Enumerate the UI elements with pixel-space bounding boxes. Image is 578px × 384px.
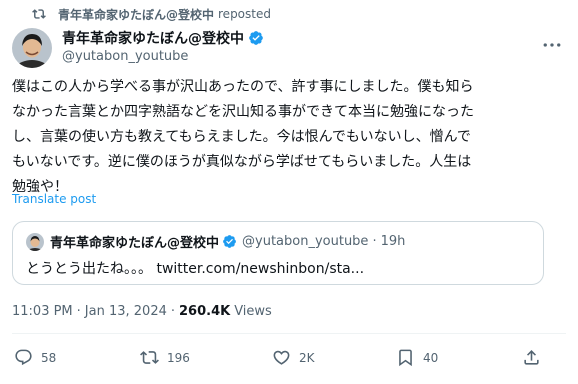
- more-icon: [543, 43, 561, 47]
- repost-button[interactable]: 196: [140, 348, 190, 367]
- meta-separator: ·: [170, 304, 175, 319]
- repost-header: 青年革命家ゆたぼん@登校中 reposted: [32, 6, 271, 22]
- bookmark-count: 40: [423, 350, 439, 365]
- reply-icon: [15, 349, 32, 366]
- reply-button[interactable]: 58: [14, 348, 56, 367]
- quote-time: 19h: [380, 234, 406, 249]
- bookmark-button[interactable]: 40: [396, 348, 438, 367]
- tweet-date[interactable]: Jan 13, 2024: [85, 304, 167, 319]
- verified-badge-icon[interactable]: [248, 30, 264, 46]
- tweet-meta: 11:03 PM · Jan 13, 2024 · 260.4K Views: [12, 304, 272, 319]
- share-button[interactable]: [522, 348, 549, 367]
- quote-author-name: 青年革命家ゆたぼん@登校中: [50, 236, 220, 251]
- bookmark-icon: [399, 349, 412, 367]
- action-bar: 58 196 2K 40: [12, 343, 566, 373]
- quote-separator: ·: [372, 234, 377, 249]
- repost-suffix: reposted: [218, 7, 271, 21]
- reply-count: 58: [41, 350, 57, 365]
- author-name[interactable]: 青年革命家ゆたぼん@登校中: [62, 28, 244, 48]
- translate-post-link[interactable]: Translate post: [12, 192, 96, 206]
- divider: [12, 333, 566, 334]
- author-avatar[interactable]: [12, 28, 52, 68]
- meta-separator: ·: [76, 304, 81, 319]
- quote-author-handle: @yutabon_youtube: [242, 234, 369, 249]
- repost-count: 196: [167, 350, 190, 365]
- quote-verified-badge-icon: [223, 235, 236, 248]
- quote-text: とうとう出たね。。。 twitter.com/newshinbon/sta...: [26, 261, 365, 277]
- share-icon: [524, 350, 539, 365]
- quote-header: 青年革命家ゆたぼん@登校中 @yutabon_youtube · 19h: [26, 232, 405, 251]
- more-options-button[interactable]: [538, 40, 566, 50]
- views-count: 260.4K: [179, 304, 231, 319]
- like-button[interactable]: 2K: [272, 348, 315, 367]
- tweet-time[interactable]: 11:03 PM: [12, 304, 73, 319]
- like-count: 2K: [299, 350, 315, 365]
- reposter-name[interactable]: 青年革命家ゆたぼん@登校中: [58, 6, 214, 23]
- heart-icon: [273, 350, 290, 365]
- tweet-text: 僕はこの人から学べる事が沢山あったので、許す事にしました。僕も知ら なかった言葉…: [12, 79, 474, 195]
- repost-icon: [140, 351, 159, 364]
- quote-avatar: [26, 232, 44, 251]
- author-block: 青年革命家ゆたぼん@登校中 @yutabon_youtube: [62, 28, 264, 64]
- repost-icon: [32, 9, 46, 19]
- quote-tweet-card[interactable]: 青年革命家ゆたぼん@登校中 @yutabon_youtube · 19h とうと…: [12, 221, 544, 285]
- author-handle[interactable]: @yutabon_youtube: [62, 49, 264, 64]
- views-label: Views: [234, 304, 272, 319]
